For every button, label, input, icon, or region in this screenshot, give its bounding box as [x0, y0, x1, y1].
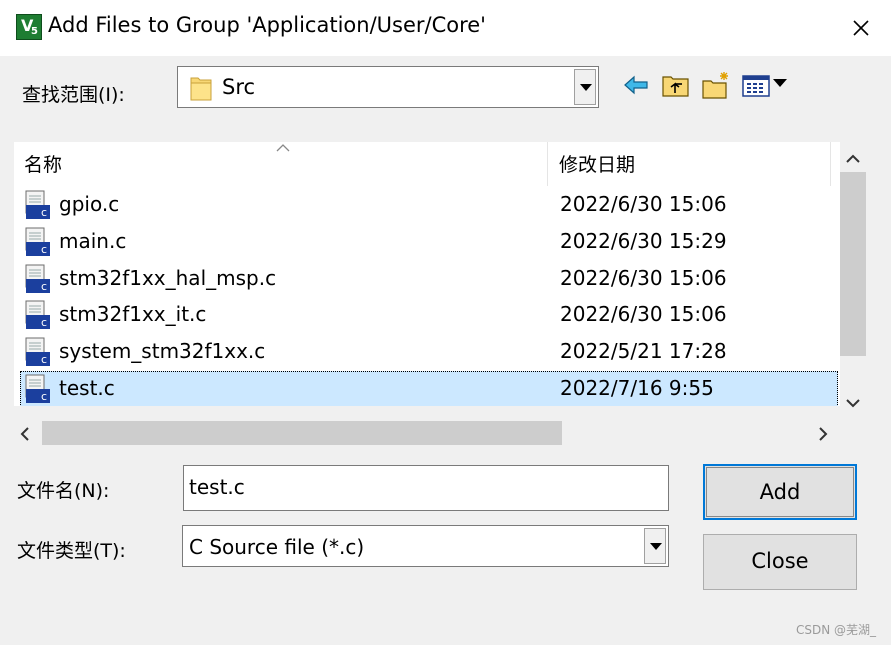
c-source-file-icon: c [25, 300, 50, 330]
add-button[interactable]: Add [703, 464, 857, 520]
scroll-right-icon[interactable] [818, 427, 828, 441]
c-source-file-icon: c [25, 337, 50, 367]
scroll-up-icon[interactable] [845, 154, 861, 164]
look-in-dropdown-button[interactable] [574, 69, 596, 105]
list-item[interactable]: c main.c 2022/6/30 15:29 [20, 224, 838, 260]
scroll-left-icon[interactable] [20, 427, 30, 441]
chevron-down-icon [650, 543, 662, 550]
look-in-label: 查找范围(I): [22, 84, 125, 106]
file-name: system_stm32f1xx.c [59, 339, 266, 364]
file-name: main.c [59, 228, 127, 253]
file-date: 2022/7/16 9:55 [560, 376, 714, 400]
list-item[interactable]: c stm32f1xx_hal_msp.c 2022/6/30 15:06 [20, 261, 838, 297]
horizontal-scrollbar[interactable] [14, 419, 840, 447]
list-item[interactable]: c gpio.c 2022/6/30 15:06 [20, 187, 838, 223]
column-divider[interactable] [830, 142, 831, 186]
close-icon[interactable] [848, 15, 874, 41]
list-item[interactable]: c stm32f1xx_it.c 2022/6/30 15:06 [20, 297, 838, 333]
c-source-file-icon: c [25, 190, 50, 219]
look-in-value: Src [222, 75, 256, 99]
svg-text:c: c [41, 316, 47, 329]
title-bar: V5 Add Files to Group 'Application/User/… [0, 0, 891, 56]
back-arrow-icon[interactable] [620, 70, 652, 100]
list-item[interactable]: c test.c 2022/7/16 9:55 [20, 371, 838, 406]
svg-text:c: c [41, 243, 47, 256]
file-date: 2022/6/30 15:06 [560, 302, 727, 327]
look-in-dropdown[interactable]: Src [177, 66, 599, 108]
folder-icon [190, 77, 212, 101]
file-type-dropdown[interactable]: C Source file (*.c) [182, 525, 669, 567]
file-name-label: 文件名(N): [17, 480, 110, 502]
chevron-down-icon [580, 84, 592, 91]
svg-text:c: c [41, 353, 47, 366]
c-source-file-icon: c [25, 264, 50, 293]
uv-app-icon: V5 [16, 14, 42, 40]
vertical-scroll-thumb[interactable] [840, 172, 866, 356]
file-name: test.c [59, 376, 115, 400]
file-type-value: C Source file (*.c) [189, 535, 365, 559]
column-divider[interactable] [547, 142, 548, 186]
file-date: 2022/5/21 17:28 [560, 339, 727, 364]
svg-text:c: c [41, 390, 47, 403]
file-list[interactable]: 名称 修改日期 c gpio.c 2022/6/30 15:06 c main.c 202… [14, 142, 840, 406]
svg-text:c: c [41, 206, 47, 219]
close-button-label: Close [751, 549, 809, 573]
horizontal-scroll-thumb[interactable] [42, 421, 562, 445]
c-source-file-icon: c [25, 227, 50, 256]
view-menu-icon[interactable] [740, 70, 792, 100]
new-folder-icon[interactable] [700, 70, 732, 100]
vertical-scrollbar[interactable] [840, 142, 866, 421]
c-source-file-icon: c [25, 374, 50, 403]
file-type-label: 文件类型(T): [17, 540, 126, 562]
add-button-label: Add [759, 480, 801, 504]
up-folder-icon[interactable] [660, 70, 692, 100]
column-header-date[interactable]: 修改日期 [559, 150, 635, 177]
list-item[interactable]: c system_stm32f1xx.c 2022/5/21 17:28 [20, 334, 838, 370]
file-type-dropdown-button[interactable] [644, 528, 666, 564]
file-name-input[interactable]: test.c [183, 465, 669, 511]
file-date: 2022/6/30 15:29 [560, 228, 727, 253]
file-name-value: test.c [189, 475, 245, 499]
watermark: CSDN @芜湖_ [796, 623, 877, 637]
file-name: stm32f1xx_hal_msp.c [59, 265, 277, 290]
file-date: 2022/6/30 15:06 [560, 192, 727, 216]
file-name: gpio.c [59, 192, 120, 216]
column-header-name[interactable]: 名称 [24, 150, 62, 177]
svg-text:c: c [41, 280, 47, 293]
sort-ascending-icon [276, 144, 290, 152]
scroll-down-icon[interactable] [845, 398, 861, 408]
close-button[interactable]: Close [703, 534, 857, 590]
window-title: Add Files to Group 'Application/User/Cor… [48, 13, 486, 37]
file-name: stm32f1xx_it.c [59, 302, 207, 327]
file-date: 2022/6/30 15:06 [560, 265, 727, 290]
